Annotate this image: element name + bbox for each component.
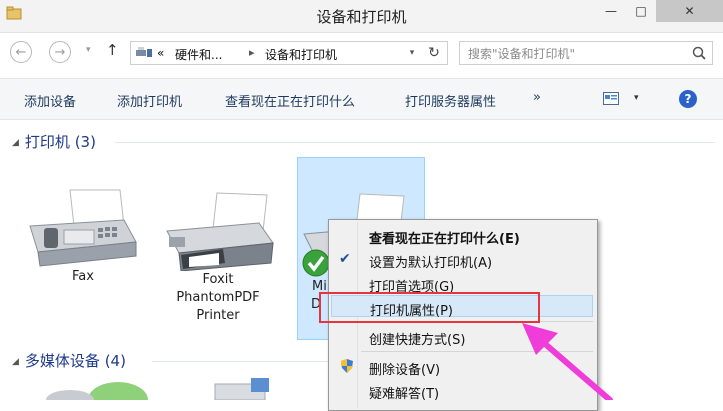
device-fax[interactable]: Fax	[23, 186, 143, 286]
media-server-icon	[214, 378, 269, 400]
search-input[interactable]	[466, 44, 690, 64]
change-view-icon[interactable]	[603, 92, 619, 105]
menu-item-label: 疑难解答(T)	[369, 387, 440, 402]
minimize-button[interactable]: —	[596, 0, 626, 22]
device-label-fax: Fax	[72, 269, 94, 284]
address-bar: ← → ▾ ↑ « 硬件和... ▸ 设备和打印机 ▾ ↻	[0, 33, 723, 73]
path-dropdown[interactable]: ▾	[401, 42, 422, 64]
menu-item-label: 设置为默认打印机(A)	[369, 256, 493, 271]
group-divider	[115, 142, 715, 143]
menu-item-label: 删除设备(V)	[369, 363, 441, 378]
printers-group-title: 打印机 (3)	[24, 133, 96, 151]
help-button[interactable]: ?	[679, 90, 697, 108]
breadcrumb-item-hardware[interactable]: 硬件和...	[175, 46, 222, 63]
annotation-arrow-icon	[522, 323, 613, 400]
title-bar: 设备和打印机 — □ ✕	[0, 0, 723, 33]
multimedia-group-title: 多媒体设备 (4)	[24, 352, 126, 370]
search-icon[interactable]	[691, 45, 707, 61]
breadcrumb-item-devices-printers[interactable]: 设备和打印机	[265, 46, 337, 63]
default-printer-check-icon	[302, 249, 330, 277]
close-button[interactable]: ✕	[656, 0, 723, 22]
fax-machine-icon	[29, 189, 137, 267]
path-box[interactable]: « 硬件和... ▸ 设备和打印机 ▾ ↻	[130, 41, 448, 65]
device-label-foxit-line1: Foxit	[202, 272, 234, 287]
breadcrumb-separator[interactable]: ▸	[249, 46, 255, 59]
view-options-dropdown[interactable]: ▾	[634, 93, 639, 103]
devices-printers-path-icon	[136, 47, 152, 57]
printer-icon	[166, 192, 274, 271]
add-printer-button[interactable]: 添加打印机	[117, 91, 182, 110]
group-header-multimedia[interactable]: ◢ 多媒体设备 (4)	[12, 350, 126, 371]
menu-item-label: 创建快捷方式(S)	[369, 333, 466, 348]
device-label-foxit-line2: PhantomPDF	[176, 290, 260, 305]
maximize-button[interactable]: □	[626, 0, 656, 22]
collapse-caret-icon[interactable]: ◢	[12, 357, 19, 367]
print-server-properties-button[interactable]: 打印服务器属性	[405, 91, 496, 110]
media-device-icon	[46, 382, 148, 400]
recent-locations-dropdown[interactable]: ▾	[86, 45, 91, 55]
more-commands-button[interactable]: »	[533, 90, 541, 105]
menu-item-see-whats-printing[interactable]: 查看现在正在打印什么(E)	[331, 224, 593, 247]
forward-button[interactable]: →	[49, 41, 71, 63]
back-button[interactable]: ←	[10, 41, 32, 63]
group-divider	[152, 361, 328, 362]
collapse-caret-icon[interactable]: ◢	[12, 138, 19, 148]
add-device-button[interactable]: 添加设备	[24, 91, 76, 110]
command-bar: 添加设备 添加打印机 查看现在正在打印什么 打印服务器属性 » ▾ ?	[0, 78, 723, 120]
up-button[interactable]: ↑	[106, 41, 119, 59]
refresh-button[interactable]: ↻	[421, 42, 447, 64]
device-label-foxit-line3: Printer	[196, 308, 240, 323]
see-whats-printing-button[interactable]: 查看现在正在打印什么	[225, 91, 355, 110]
search-box[interactable]	[459, 41, 713, 65]
menu-item-printing-preferences[interactable]: 打印首选项(G)	[331, 272, 593, 295]
menu-item-label: 查看现在正在打印什么(E)	[369, 232, 520, 247]
device-foxit-phantompdf-printer[interactable]: Foxit PhantomPDF Printer	[158, 191, 278, 325]
menu-item-set-default-printer[interactable]: ✔ 设置为默认打印机(A)	[331, 248, 593, 271]
checkmark-icon: ✔	[339, 251, 351, 267]
breadcrumb-overflow[interactable]: «	[157, 46, 164, 60]
highlight-annotation-box	[319, 292, 540, 323]
group-header-printers[interactable]: ◢ 打印机 (3)	[12, 131, 96, 152]
uac-shield-icon	[341, 359, 353, 373]
